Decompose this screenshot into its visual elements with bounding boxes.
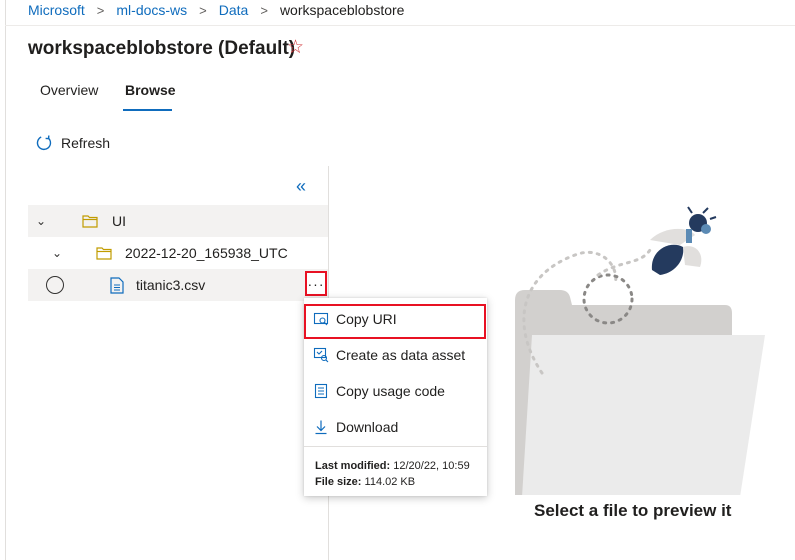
tree-node-label: 2022-12-20_165938_UTC — [125, 245, 288, 261]
header-divider — [5, 25, 795, 26]
breadcrumb-workspace[interactable]: ml-docs-ws — [116, 2, 187, 18]
file-last-modified: Last modified: 12/20/22, 10:59 — [315, 460, 470, 472]
copy-uri-highlight-box — [304, 304, 486, 339]
breadcrumb-current: workspaceblobstore — [279, 2, 405, 18]
file-size-label: File size: — [315, 476, 362, 488]
chevron-down-icon[interactable]: ⌄ — [36, 214, 46, 228]
tab-overview[interactable]: Overview — [40, 82, 98, 98]
usage-code-icon — [314, 383, 328, 399]
download-icon — [315, 420, 327, 435]
tree-node-folder-ui[interactable]: ⌄ UI — [28, 205, 328, 237]
refresh-button[interactable]: Refresh — [35, 134, 110, 152]
breadcrumb: Microsoft > ml-docs-ws > Data > workspac… — [28, 0, 404, 20]
left-nav-edge — [0, 0, 6, 560]
breadcrumb-data[interactable]: Data — [219, 2, 249, 18]
tree-node-label: titanic3.csv — [136, 277, 206, 293]
star-icon[interactable]: ☆ — [287, 36, 304, 59]
last-modified-label: Last modified: — [315, 460, 391, 472]
refresh-label: Refresh — [61, 135, 111, 151]
tree-node-folder-date[interactable]: ⌄ 2022-12-20_165938_UTC — [28, 237, 328, 269]
chevron-down-icon[interactable]: ⌄ — [52, 246, 62, 260]
more-actions-button[interactable]: ··· — [305, 271, 327, 296]
tab-browse[interactable]: Browse — [125, 82, 176, 98]
folder-icon — [96, 247, 112, 260]
last-modified-value: 12/20/22, 10:59 — [393, 460, 470, 472]
tab-selected-indicator — [123, 109, 172, 111]
page-title: workspaceblobstore (Default) — [28, 38, 296, 59]
row-select-radio[interactable] — [46, 276, 64, 294]
data-asset-icon — [313, 347, 329, 363]
chevron-right-icon: > — [260, 2, 268, 18]
menu-item-label: Create as data asset — [336, 347, 466, 363]
preview-empty-message: Select a file to preview it — [534, 501, 732, 520]
folder-icon — [82, 215, 98, 228]
empty-folder-illustration-icon — [515, 206, 765, 495]
chevron-right-icon: > — [96, 2, 105, 18]
breadcrumb-microsoft[interactable]: Microsoft — [28, 2, 85, 18]
chevron-right-icon: > — [199, 2, 207, 18]
menu-divider — [304, 446, 487, 447]
menu-item-download[interactable]: Download — [304, 409, 487, 445]
refresh-icon — [36, 135, 52, 150]
menu-item-copy-usage-code[interactable]: Copy usage code — [304, 373, 487, 409]
menu-item-create-data-asset[interactable]: Create as data asset — [304, 337, 487, 373]
tree-node-file-titanic[interactable]: titanic3.csv — [28, 269, 328, 301]
tree-node-label: UI — [112, 213, 126, 229]
file-icon — [110, 277, 124, 294]
double-chevron-left-icon[interactable]: « — [296, 176, 306, 197]
file-size-value: 114.02 KB — [364, 476, 416, 488]
menu-item-label: Download — [336, 419, 399, 435]
menu-item-label: Copy usage code — [336, 383, 445, 399]
file-size: File size: 114.02 KB — [315, 476, 415, 488]
